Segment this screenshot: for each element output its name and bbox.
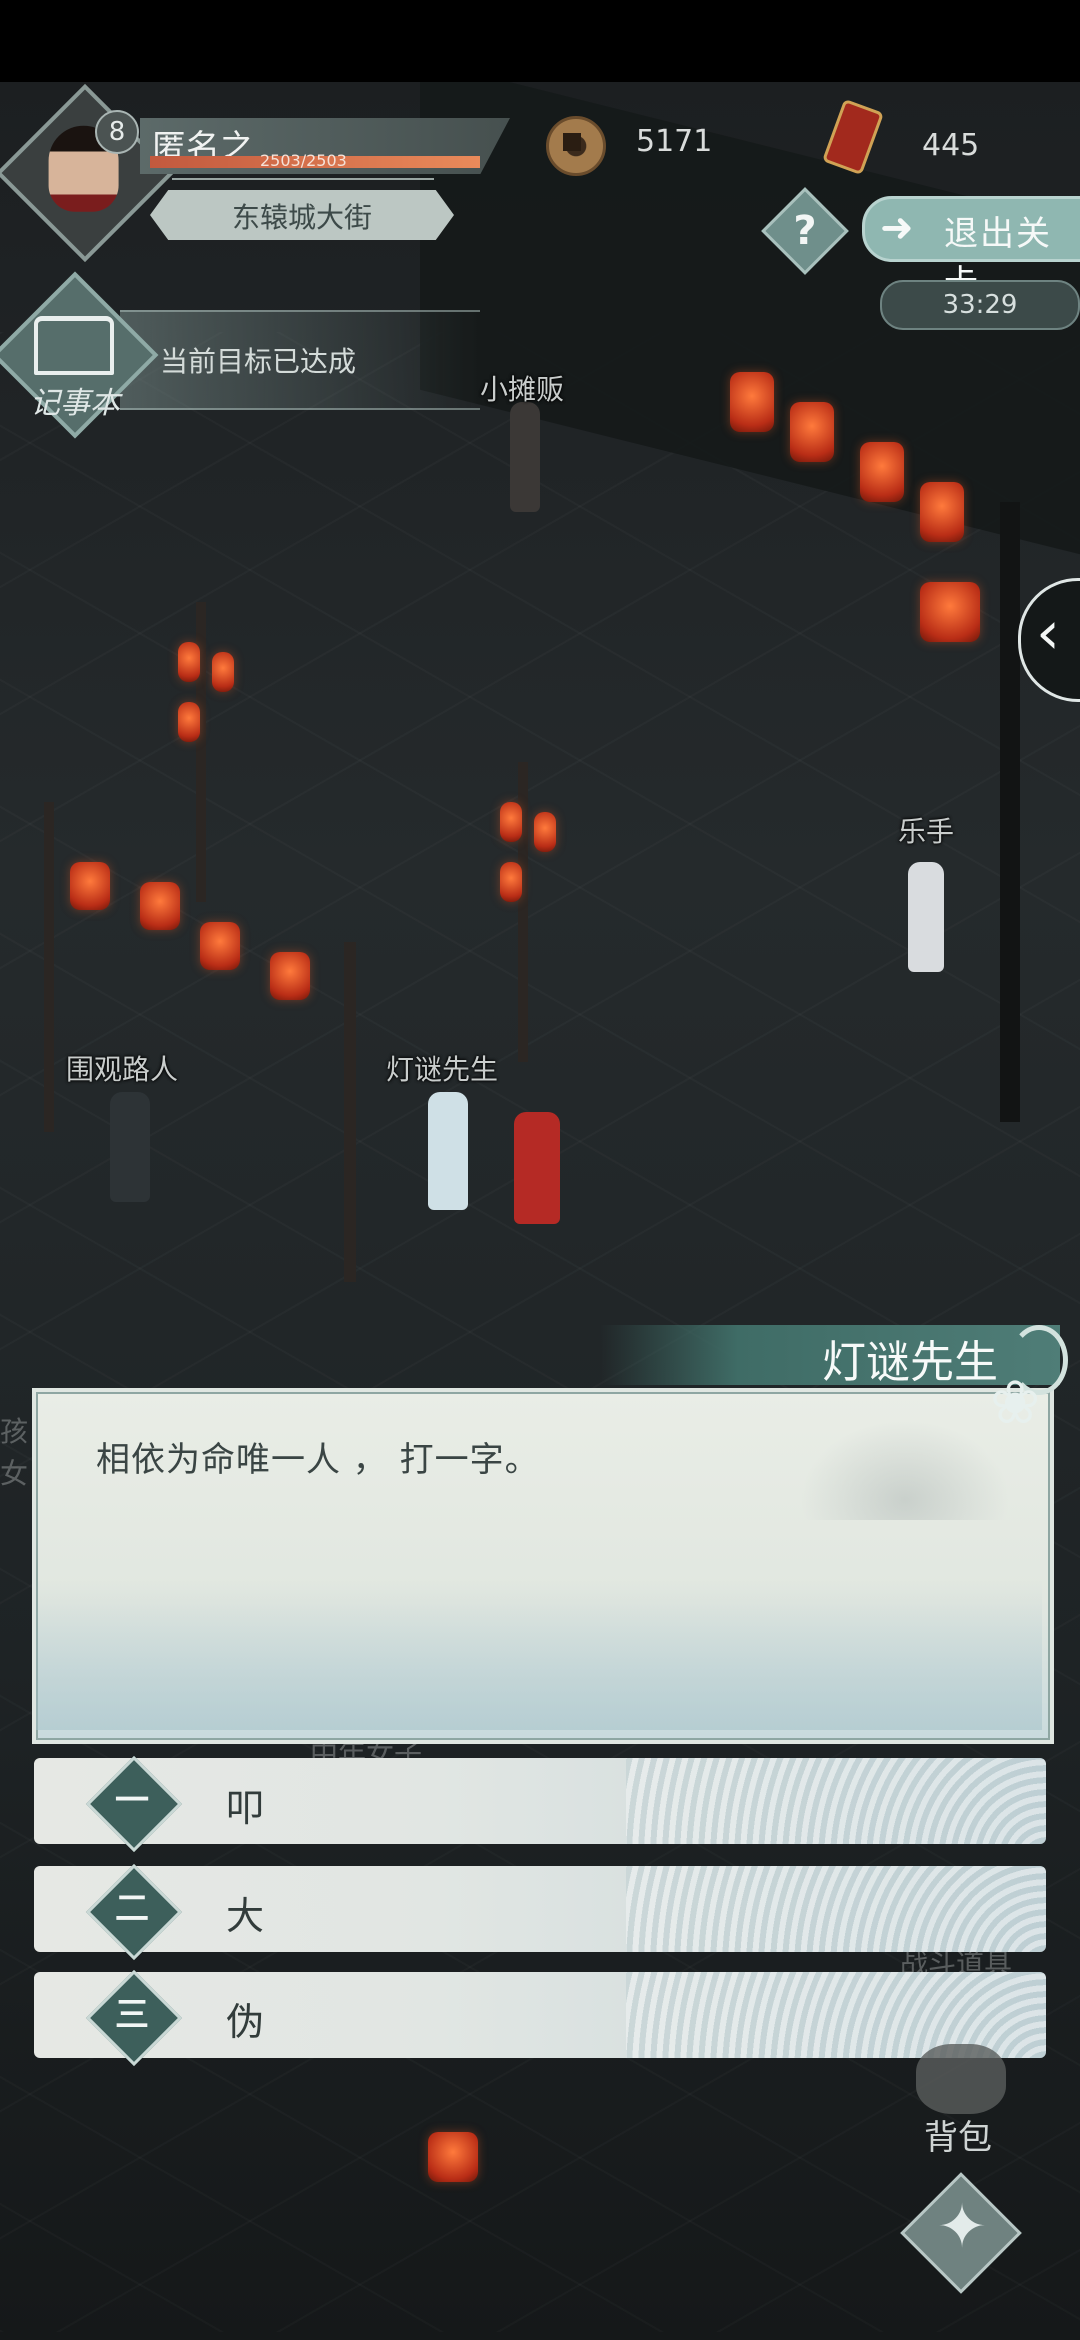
level-badge: 8 (95, 110, 139, 154)
bag-label[interactable]: 背包 (924, 2110, 992, 2159)
lantern (500, 862, 522, 902)
npc-musician[interactable] (908, 862, 944, 972)
lantern (178, 642, 200, 682)
lantern (270, 952, 310, 1000)
location-divider (172, 178, 434, 180)
lantern (730, 372, 774, 432)
skill-star-icon[interactable]: ✦ (922, 2192, 1002, 2262)
npc-street-vendor[interactable] (510, 402, 540, 512)
option-text[interactable]: 伪 (226, 1991, 264, 2046)
faded-label: 孩 (0, 1415, 29, 1448)
npc-label-musician: 乐手 (898, 815, 955, 848)
option-text[interactable]: 叩 (226, 1777, 264, 1832)
wave-pattern (626, 1758, 1046, 1844)
location-name: 东辕城大街 (231, 201, 372, 234)
player-character (514, 1112, 560, 1224)
exit-arrow-icon[interactable]: ➜ (880, 205, 914, 251)
ink-mist-decoration (36, 1580, 1042, 1730)
lantern-post (344, 942, 356, 1282)
lantern (140, 882, 180, 930)
lantern (212, 652, 234, 692)
dialogue-option-1[interactable] (34, 1758, 1046, 1844)
level-timer: 33:29 (880, 280, 1080, 330)
token-count: 445 (922, 128, 980, 163)
lantern-post (44, 802, 54, 1132)
help-icon[interactable]: ? (774, 200, 836, 262)
coin-count: 5171 (636, 124, 713, 159)
option-number[interactable]: 二 (96, 1873, 168, 1945)
ink-mountain-decoration (800, 1420, 1010, 1520)
faded-label: 女 (0, 1457, 29, 1490)
lantern (500, 802, 522, 842)
lantern (200, 922, 240, 970)
bag-icon[interactable] (916, 2044, 1006, 2114)
dialogue-text: 相依为命唯一人 ， 打一字。 (96, 1440, 540, 1480)
lantern (920, 482, 964, 542)
lotus-icon: ❀ (990, 1368, 1041, 1438)
npc-label-vendor: 小摊贩 (480, 373, 565, 406)
option-number[interactable]: 三 (96, 1979, 168, 2051)
npc-label-onlooker: 围观路人 (66, 1053, 179, 1086)
lantern (70, 862, 110, 910)
quest-status[interactable]: 当前目标已达成 (160, 340, 356, 380)
lantern (790, 402, 834, 462)
npc-riddle-master[interactable] (428, 1092, 468, 1210)
book-icon[interactable] (34, 316, 114, 375)
lantern-post (1000, 502, 1020, 1122)
lantern (428, 2132, 478, 2182)
quest-book-label[interactable]: 记事本 (30, 378, 120, 422)
lantern (178, 702, 200, 742)
dialogue-option-2[interactable] (34, 1866, 1046, 1952)
option-text[interactable]: 大 (226, 1885, 264, 1940)
dialogue-option-3[interactable] (34, 1972, 1046, 2058)
lantern (534, 812, 556, 852)
lantern (920, 582, 980, 642)
option-number[interactable]: 一 (96, 1765, 168, 1837)
npc-onlooker[interactable] (110, 1092, 150, 1202)
coin-hole (563, 133, 581, 151)
chevron-left-icon[interactable]: ‹ (1036, 598, 1060, 668)
hp-text: 2503/2503 (260, 151, 347, 170)
wave-pattern (626, 1866, 1046, 1952)
npc-label-riddle-master: 灯谜先生 (386, 1053, 499, 1086)
lantern (860, 442, 904, 502)
